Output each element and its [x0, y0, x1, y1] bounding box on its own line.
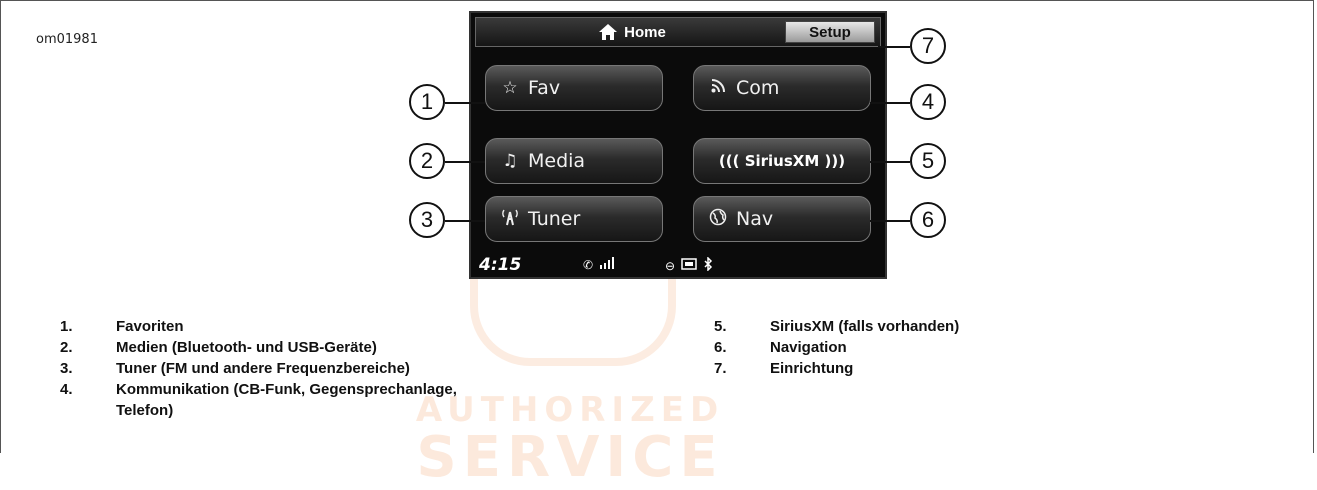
fav-label: Fav [528, 77, 561, 99]
motorcycle-icon: ⊖ [665, 258, 676, 273]
status-bar: 4:15 ✆ ⊖ [475, 255, 881, 275]
callout-line-4 [870, 102, 910, 104]
antenna-icon [500, 208, 520, 231]
star-icon: ☆ [502, 78, 518, 98]
com-button[interactable]: Com [693, 65, 871, 111]
callout-2: 2 [409, 143, 445, 179]
nav-label: Nav [736, 208, 774, 230]
status-icons-left: ✆ [583, 257, 615, 272]
legend-item: 4. Kommunikation (CB-Funk, Gegensprechan… [60, 381, 457, 398]
legend-item: Telefon) [116, 402, 174, 419]
legend-item: 1. Favoriten [60, 318, 184, 335]
tuner-button[interactable]: Tuner [485, 196, 663, 242]
globe-icon [708, 208, 728, 231]
phone-icon: ✆ [583, 257, 594, 272]
infotainment-screen: Home Setup ☆ Fav Com ♫ Media ((( SiriusX… [469, 11, 887, 279]
setup-button[interactable]: Setup [785, 21, 875, 43]
siriusxm-logo: ((( SiriusXM ))) [718, 152, 846, 170]
home-icon [599, 24, 618, 40]
tuner-label: Tuner [528, 208, 581, 230]
callout-7: 7 [910, 28, 946, 64]
callout-line-2 [445, 161, 485, 163]
callout-4: 4 [910, 84, 946, 120]
bluetooth-icon [703, 256, 713, 274]
callout-3: 3 [409, 202, 445, 238]
siriusxm-button[interactable]: ((( SiriusXM ))) [693, 138, 871, 184]
callout-line-1 [445, 102, 485, 104]
legend-item: 2. Medien (Bluetooth- und USB-Geräte) [60, 339, 377, 356]
legend-item: 6. Navigation [714, 339, 847, 356]
rss-icon [708, 78, 728, 98]
fav-button[interactable]: ☆ Fav [485, 65, 663, 111]
callout-5: 5 [910, 143, 946, 179]
com-label: Com [736, 77, 780, 99]
top-bar: Home Setup [475, 17, 881, 47]
music-note-icon: ♫ [502, 151, 518, 171]
legend-item: 7. Einrichtung [714, 360, 854, 377]
callout-1: 1 [409, 84, 445, 120]
legend-item: 3. Tuner (FM und andere Frequenzbereiche… [60, 360, 410, 377]
status-icons-right: ⊖ [665, 256, 713, 274]
home-button[interactable]: Home [482, 22, 782, 42]
callout-line-6 [870, 220, 910, 222]
legend-right: 5. SiriusXM (falls vorhanden) 6. Navigat… [714, 316, 1274, 379]
clock: 4:15 [479, 255, 522, 275]
media-button[interactable]: ♫ Media [485, 138, 663, 184]
callout-6: 6 [910, 202, 946, 238]
callout-line-7 [878, 46, 910, 48]
cb-radio-icon [681, 258, 697, 273]
nav-button[interactable]: Nav [693, 196, 871, 242]
figure-id: om01981 [36, 32, 98, 47]
legend-left: 1. Favoriten 2. Medien (Bluetooth- und U… [60, 316, 660, 421]
media-label: Media [528, 150, 586, 172]
home-label: Home [624, 23, 666, 41]
signal-strength-icon [599, 257, 615, 272]
callout-line-3 [445, 220, 485, 222]
legend-item: 5. SiriusXM (falls vorhanden) [714, 318, 960, 335]
callout-line-5 [870, 161, 910, 163]
